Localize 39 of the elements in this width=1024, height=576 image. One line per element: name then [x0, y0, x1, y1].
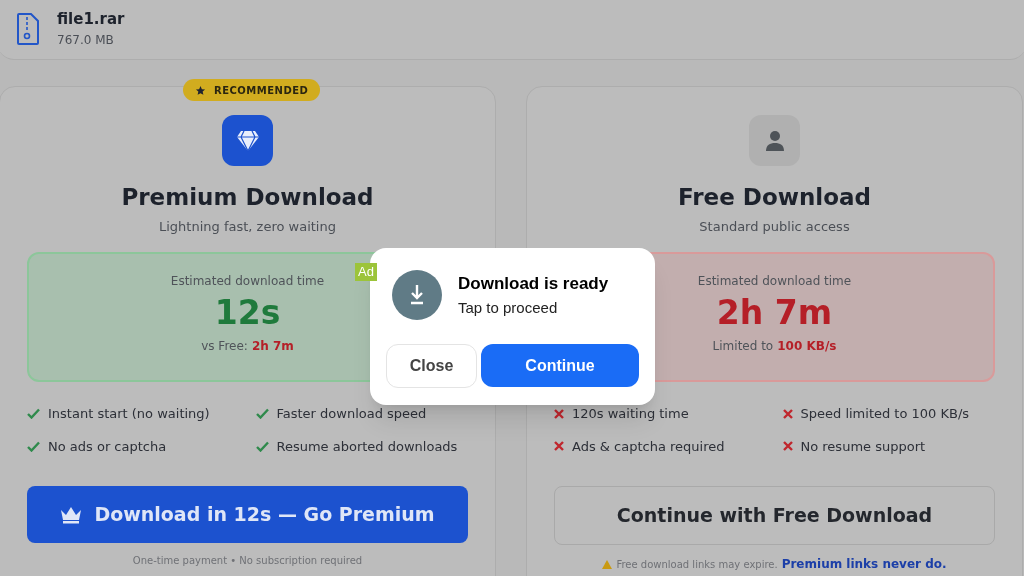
feature-label: Instant start (no waiting) [48, 405, 210, 423]
estimate-note-value: 2h 7m [251, 338, 294, 356]
estimate-note: Limited to [712, 338, 774, 356]
warning-icon [602, 559, 613, 569]
plan-subtitle: Lightning fast, zero waiting [159, 217, 336, 236]
zip-file-icon [17, 12, 39, 45]
crown-icon [60, 505, 83, 524]
star-icon [195, 84, 206, 96]
download-icon [392, 270, 442, 320]
feature-label: Speed limited to 100 KB/s [800, 405, 970, 423]
plan-title: Premium Download [121, 183, 374, 212]
estimate-label: Estimated download time [170, 273, 325, 290]
popup-title: Download is ready [458, 273, 609, 295]
footnote: Free download links may expire. [616, 557, 778, 572]
feature-label: Resume aborted downloads [276, 437, 458, 456]
premium-link[interactable]: Premium links never do. [781, 555, 947, 573]
close-button[interactable]: Close [386, 344, 477, 388]
footnote: One-time payment • No subscription required [132, 554, 363, 568]
free-download-button[interactable]: Continue with Free Download [554, 486, 995, 545]
estimate-value: 12s [214, 292, 281, 334]
plan-subtitle: Standard public access [699, 217, 850, 236]
popup-subtitle: Tap to proceed [458, 297, 559, 318]
estimate-note-value: 100 KB/s [777, 338, 837, 356]
estimate-label: Estimated download time [697, 273, 852, 290]
ad-label: Ad [355, 263, 377, 281]
file-size: 767.0 MB [57, 31, 115, 49]
estimate-note: vs Free: [201, 338, 248, 356]
feature-label: No resume support [800, 437, 926, 456]
badge-label: RECOMMENDED [214, 83, 309, 98]
go-premium-button[interactable]: Download in 12s — Go Premium [27, 486, 468, 543]
plan-title: Free Download [678, 183, 871, 212]
feature-label: No ads or captcha [48, 437, 167, 456]
feature-label: Ads & captcha required [572, 437, 725, 456]
continue-button[interactable]: Continue [481, 344, 639, 387]
feature-label: 120s waiting time [572, 405, 689, 423]
file-name: file1.rar [57, 9, 125, 31]
feature-label: Faster download speed [276, 405, 427, 423]
estimate-value: 2h 7m [716, 292, 833, 334]
user-icon [749, 115, 800, 166]
